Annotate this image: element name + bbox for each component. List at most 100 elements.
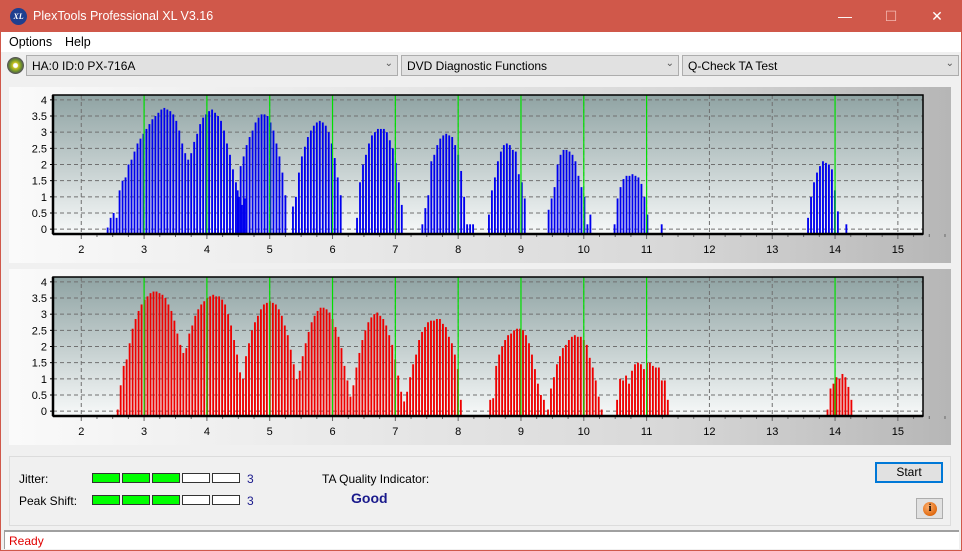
y-tick-label: 3.5 [32,111,47,123]
histogram-bar [616,399,619,416]
histogram-bar [412,364,415,416]
histogram-bar [556,164,559,234]
peak-shift-label: Peak Shift: [19,494,78,508]
x-tick-label: 15 [892,426,904,438]
histogram-bar [262,304,265,416]
histogram-bar [550,388,552,416]
histogram-bar [236,354,238,416]
histogram-bar [215,296,218,416]
histogram-bar [564,344,567,416]
histogram-bar [209,296,212,416]
peak-shift-meter-segment [212,495,240,505]
histogram-bar [511,149,514,234]
histogram-bar [112,212,115,234]
histogram-bar [844,377,847,416]
histogram-bar [133,151,136,234]
x-tick-label: 12 [703,244,715,256]
histogram-bar [382,319,385,416]
histogram-bar [836,211,839,234]
histogram-bar [157,112,160,234]
histogram-bar [185,348,188,416]
x-tick-label: 5 [267,426,273,438]
histogram-bar [433,320,435,416]
histogram-bar [292,206,294,234]
histogram-bar [352,385,355,416]
y-tick-label: 3 [41,309,47,321]
info-button[interactable]: i [916,498,943,519]
histogram-bar [835,377,838,416]
histogram-bar [594,380,597,416]
x-tick-label: 11 [641,244,652,256]
histogram-bar [301,356,304,416]
drive-select[interactable]: HA:0 ID:0 PX-716A ⌄ [26,55,398,76]
histogram-bar [140,304,143,416]
histogram-bar [339,195,342,234]
histogram-bar [421,224,424,234]
histogram-bar [492,398,495,416]
histogram-bar [553,187,556,234]
histogram-bar [841,373,844,416]
histogram-bar [651,365,654,416]
histogram-bar [248,137,251,234]
histogram-bar [166,109,169,234]
histogram-bar [537,383,539,416]
histogram-bar [847,386,850,416]
histogram-bar [170,310,173,416]
histogram-bar [517,174,520,234]
histogram-bar [825,162,827,234]
histogram-bar [263,114,266,234]
histogram-bar [539,394,542,416]
histogram-bar [325,309,328,416]
histogram-bar [565,149,568,234]
histogram-bar [374,132,376,234]
histogram-bar [124,177,127,234]
minimize-button[interactable]: — [822,1,868,32]
histogram-bar [236,190,239,234]
histogram-bar [622,179,625,234]
histogram-bar [451,137,454,234]
x-tick-label: 6 [329,426,335,438]
menu-help[interactable]: Help [65,35,91,49]
histogram-bar [230,325,233,416]
x-tick-label: 7 [392,244,398,256]
histogram-bar [298,370,301,416]
histogram-bar [631,174,634,234]
bottom-chart: 0 0.5 1 1.5 2 2.5 3 3.5 4 2 3 4 5 6 7 8 9 10 11 12 13 14 15 [32,276,946,438]
results-panel [9,456,951,526]
y-tick-label: 4 [41,95,47,107]
histogram-bar [327,132,330,234]
histogram-bar [430,320,432,416]
histogram-bar [528,343,530,416]
menu-options[interactable]: Options [9,35,52,49]
close-button[interactable]: ✕ [914,1,960,32]
y-tick-label: 2 [41,342,47,354]
drive-select-value: HA:0 ID:0 PX-716A [32,59,136,73]
y-tick-label: 0 [41,406,47,418]
test-select[interactable]: Q-Check TA Test ⌄ [682,55,959,76]
histogram-bar [640,183,643,234]
function-select[interactable]: DVD Diagnostic Functions ⌄ [401,55,679,76]
histogram-bar [163,107,166,234]
start-button[interactable]: Start [875,462,943,483]
histogram-bar [233,340,235,416]
histogram-bar [550,198,553,234]
histogram-bar [182,352,185,416]
histogram-bar [433,154,436,234]
x-tick-label: 13 [766,426,778,438]
histogram-bar [439,138,442,234]
histogram-bar [359,182,361,234]
histogram-bar [199,124,202,234]
histogram-bar [400,391,403,416]
histogram-bar [245,145,248,234]
histogram-bar [318,120,321,234]
histogram-bar [559,154,562,234]
histogram-bar [385,325,388,416]
histogram-bar [191,325,194,416]
maximize-button[interactable]: ☐ [868,1,914,32]
histogram-bar [499,151,502,234]
x-tick-label: 6 [329,244,335,256]
histogram-bar [355,367,358,416]
histogram-bar [145,128,148,234]
histogram-bar [553,377,555,416]
histogram-bar [211,109,214,234]
